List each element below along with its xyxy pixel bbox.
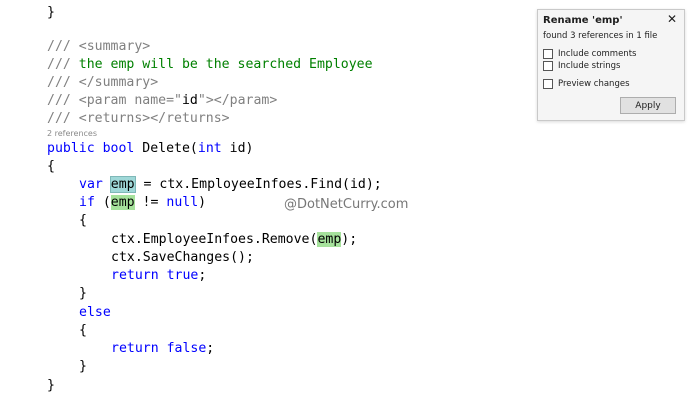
code-token: id [181, 93, 198, 108]
code-line[interactable]: /// <summary> [47, 38, 150, 56]
include-strings-label: Include strings [558, 60, 621, 71]
watermark: @DotNetCurry.com [284, 197, 409, 212]
code-line[interactable]: return false; [111, 340, 214, 358]
code-line[interactable]: var emp = ctx.EmployeeInfoes.Find(id); [79, 176, 382, 194]
code-line[interactable]: { [47, 158, 55, 176]
code-line[interactable]: { [79, 322, 87, 340]
code-token: /// <summary> [47, 39, 151, 54]
code-token: ) [198, 195, 207, 210]
code-token: } [47, 5, 55, 20]
code-token: int [197, 141, 222, 156]
code-token: if [79, 195, 95, 210]
include-strings-checkbox[interactable] [543, 60, 553, 71]
code-token: } [79, 359, 87, 374]
code-token: the emp will be the searched Employee [78, 57, 373, 72]
code-token: ; [206, 341, 215, 356]
code-token: true [166, 268, 199, 283]
code-token: /// [47, 57, 79, 72]
rename-panel: Rename 'emp' ✕ found 3 references in 1 f… [537, 9, 685, 121]
code-line[interactable]: } [47, 377, 55, 395]
code-token: null [166, 195, 199, 210]
code-token: { [79, 213, 87, 228]
code-token: { [79, 323, 87, 338]
code-line[interactable]: public bool Delete(int id) [47, 140, 253, 158]
code-token: { [47, 159, 55, 174]
code-token: ; [198, 268, 207, 283]
code-token: return [111, 341, 159, 356]
code-token: id) [221, 141, 254, 156]
apply-button[interactable]: Apply [620, 97, 676, 114]
code-token: else [79, 305, 111, 320]
code-token: /// <returns></returns> [47, 111, 230, 126]
rename-references-summary: found 3 references in 1 file [543, 31, 658, 41]
code-token: return [111, 268, 159, 283]
code-line[interactable]: /// <returns></returns> [47, 110, 230, 128]
code-token: = ctx.EmployeeInfoes.Find(id); [135, 177, 382, 192]
code-token: ); [341, 232, 358, 247]
code-token: "></param> [197, 93, 278, 108]
include-comments-label: Include comments [558, 48, 637, 59]
code-line[interactable]: } [79, 285, 87, 303]
code-line[interactable]: } [79, 358, 87, 376]
code-line[interactable]: /// <param name="id"></param> [47, 92, 277, 110]
codelens-references[interactable]: 2 references [47, 129, 97, 138]
code-token: != [134, 195, 167, 210]
rename-panel-title: Rename 'emp' [543, 15, 623, 26]
rename-reference-emp[interactable]: emp [110, 195, 135, 210]
code-token: var [79, 177, 103, 192]
code-line[interactable]: else [79, 304, 111, 322]
code-line[interactable]: /// the emp will be the searched Employe… [47, 56, 373, 74]
code-token: public [47, 141, 95, 156]
close-icon[interactable]: ✕ [665, 12, 679, 26]
include-strings-option[interactable]: Include strings [543, 60, 620, 71]
code-token: ctx.SaveChanges(); [111, 250, 254, 265]
code-token: } [79, 286, 87, 301]
preview-changes-label: Preview changes [558, 78, 630, 89]
code-line[interactable]: return true; [111, 267, 206, 285]
code-token: ( [94, 195, 111, 210]
code-token: bool [102, 141, 135, 156]
preview-changes-option[interactable]: Preview changes [543, 78, 630, 89]
code-line[interactable]: /// </summary> [47, 74, 158, 92]
code-token: /// <param name=" [47, 93, 182, 108]
code-token: Delete( [134, 141, 198, 156]
code-token: false [166, 341, 207, 356]
preview-changes-checkbox[interactable] [543, 78, 553, 89]
code-token: ctx.EmployeeInfoes.Remove( [111, 232, 318, 247]
include-comments-checkbox[interactable] [543, 48, 553, 59]
code-line[interactable]: if (emp != null) [79, 194, 206, 212]
include-comments-option[interactable]: Include comments [543, 48, 636, 59]
code-token: /// </summary> [47, 75, 159, 90]
code-line[interactable]: } [47, 4, 55, 22]
rename-reference-emp[interactable]: emp [317, 232, 342, 247]
code-line[interactable]: ctx.SaveChanges(); [111, 249, 254, 267]
rename-target-emp[interactable]: emp [109, 176, 136, 193]
code-line[interactable]: ctx.EmployeeInfoes.Remove(emp); [111, 231, 357, 249]
code-line[interactable]: { [79, 212, 87, 230]
code-token: } [47, 378, 55, 393]
